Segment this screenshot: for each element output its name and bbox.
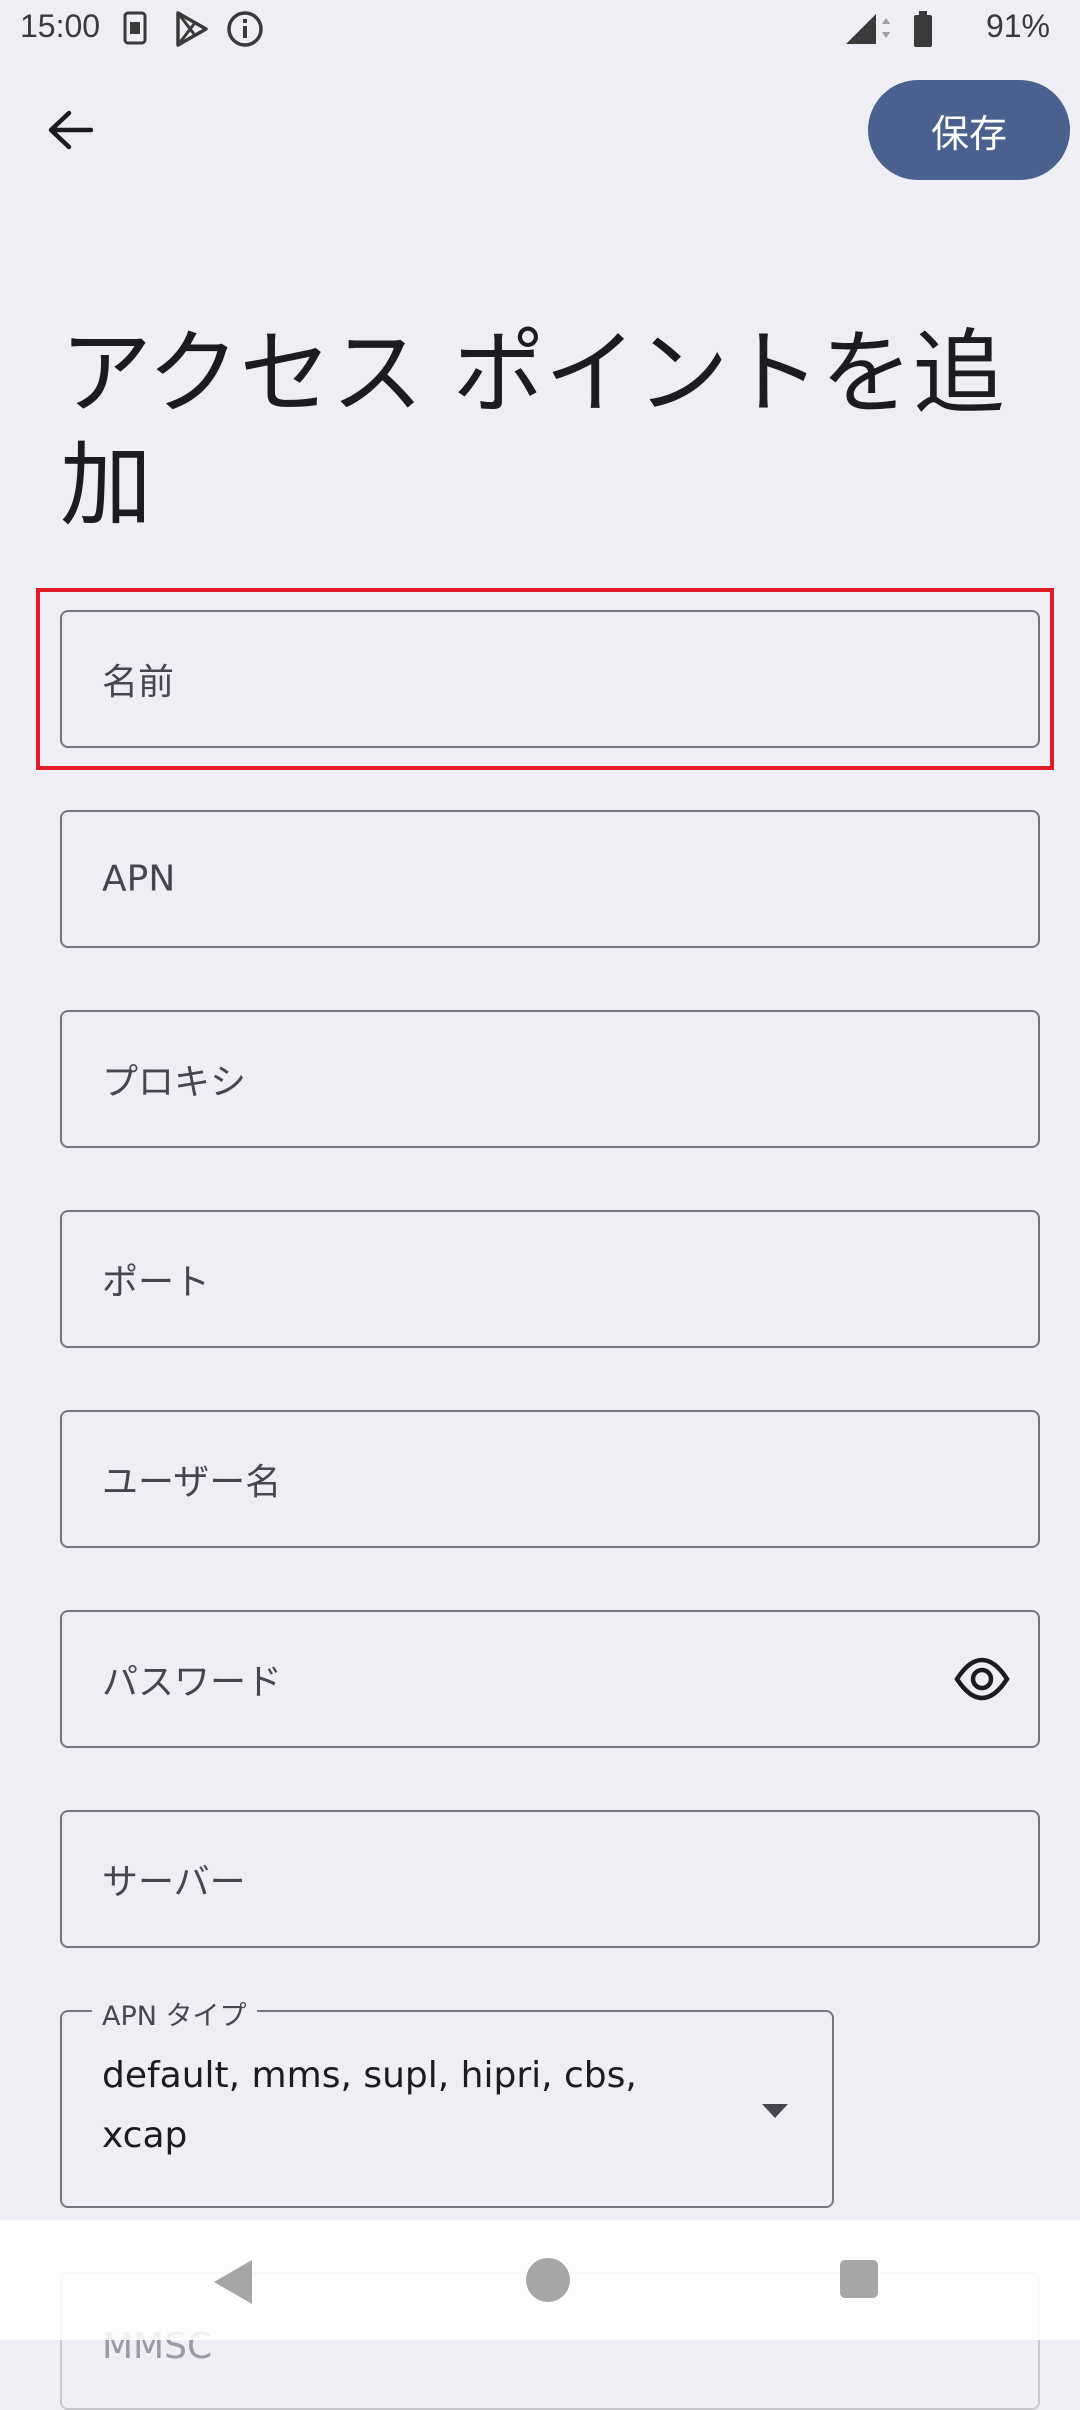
arrow-left-icon bbox=[48, 110, 93, 150]
sim-card-icon bbox=[123, 11, 147, 45]
battery-percentage: 91% bbox=[985, 8, 1050, 44]
server-field[interactable]: サーバー bbox=[60, 1810, 1040, 1948]
apn-type-value: default, mms, supl, hipri, cbs, xcap bbox=[102, 2055, 637, 2156]
navigation-bar bbox=[0, 2220, 1080, 2340]
battery-icon bbox=[914, 11, 932, 47]
username-field[interactable]: ユーザー名 bbox=[60, 1410, 1040, 1548]
port-field-label: ポート bbox=[102, 1262, 211, 1303]
username-field-label: ユーザー名 bbox=[102, 1462, 282, 1503]
info-icon bbox=[227, 11, 263, 47]
dropdown-arrow-icon bbox=[762, 2104, 788, 2118]
apn-field[interactable]: APN bbox=[60, 810, 1040, 948]
page-title: アクセス ポイントを追加 bbox=[60, 320, 1005, 539]
play-store-icon bbox=[176, 11, 208, 47]
name-field[interactable]: 名前 bbox=[60, 610, 1040, 748]
signal-icon bbox=[846, 14, 890, 44]
status-bar: 15:00 91% bbox=[0, 0, 1080, 60]
back-button[interactable] bbox=[30, 90, 110, 170]
password-field-label: パスワード bbox=[102, 1662, 283, 1703]
port-field[interactable]: ポート bbox=[60, 1210, 1040, 1348]
server-field-label: サーバー bbox=[102, 1862, 246, 1903]
save-button[interactable]: 保存 bbox=[868, 80, 1070, 180]
proxy-field[interactable]: プロキシ bbox=[60, 1010, 1040, 1148]
proxy-field-label: プロキシ bbox=[102, 1062, 247, 1103]
nav-home-icon[interactable] bbox=[526, 2258, 570, 2302]
apn-type-label: APN タイプ bbox=[92, 1994, 257, 2033]
eye-icon[interactable] bbox=[954, 1651, 1010, 1707]
apn-type-dropdown[interactable]: APN タイプ default, mms, supl, hipri, cbs, … bbox=[60, 1994, 834, 2208]
apn-field-label: APN bbox=[102, 858, 176, 900]
name-field-label: 名前 bbox=[102, 662, 175, 703]
nav-recents-icon[interactable] bbox=[840, 2260, 878, 2298]
nav-back-icon[interactable] bbox=[214, 2260, 252, 2304]
status-time: 15:00 bbox=[20, 8, 101, 44]
password-field[interactable]: パスワード bbox=[60, 1610, 1040, 1748]
